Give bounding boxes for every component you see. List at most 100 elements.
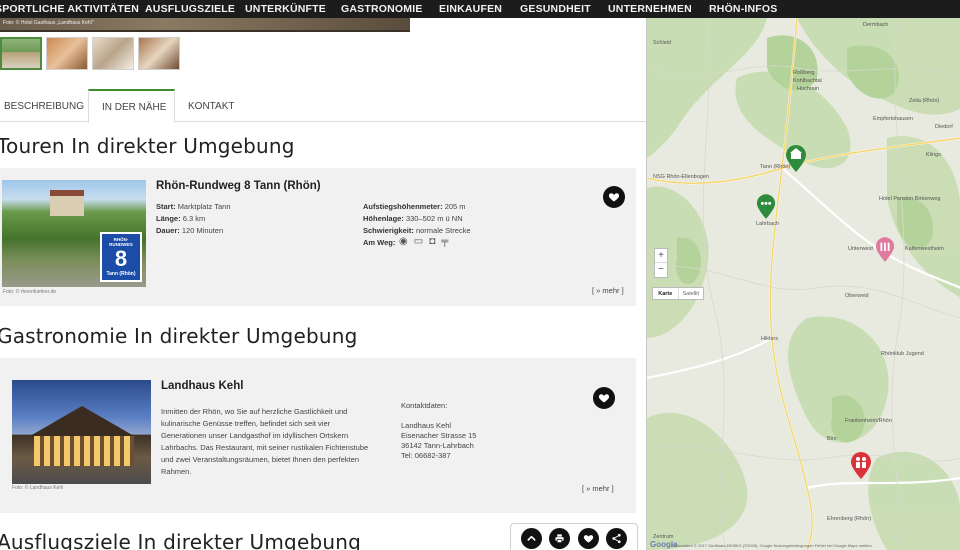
map-label-unterweid: Unterweid — [848, 246, 873, 252]
heart-icon — [583, 534, 593, 543]
map-label-birkenweg: Hotel Pension Birkenweg — [879, 196, 941, 202]
castle-illustration — [50, 190, 84, 216]
print-button[interactable] — [549, 527, 571, 549]
tour-start-value: Marktplatz Tann — [177, 202, 231, 211]
tours-section-title: Touren In direkter Umgebung — [0, 134, 295, 158]
nav-item-gesundheit[interactable]: GESUNDHEIT — [520, 3, 591, 15]
action-bar — [510, 523, 638, 550]
hero-image: Foto: © Hotel Gasthaus „Landhaus Kehl" — [0, 18, 410, 32]
tour-photo-credit: Foto: © rhoenfuehrer.de — [3, 289, 57, 295]
map-label-ehrenberg: Ehrenberg (Rhön) — [827, 516, 872, 522]
favorite-button[interactable] — [577, 527, 599, 549]
tab-in-der-naehe[interactable]: IN DER NÄHE — [88, 89, 175, 123]
map-label-schleid: Schleid — [653, 40, 672, 46]
tour-duration-value: 120 Minuten — [181, 226, 224, 235]
heart-icon — [608, 193, 620, 202]
restaurant-name[interactable]: Landhaus Kehl — [161, 380, 243, 392]
tour-length-label: Länge: — [156, 214, 181, 223]
tour-name[interactable]: Rhön-Rundweg 8 Tann (Rhön) — [156, 180, 321, 192]
route-sign-number: 8 — [114, 246, 128, 271]
nav-item-gastronomie[interactable]: GASTRONOMIE — [341, 3, 423, 15]
tour-card: RHÖN-RUNDWEG 8 Tann (Rhön) Foto: © rhoen… — [0, 168, 636, 306]
restaurant-favorite-button[interactable] — [593, 387, 615, 409]
map-label-dermbach: Dermbach — [863, 22, 889, 28]
marker-restaurant-icon[interactable] — [756, 194, 776, 220]
map-label-zella: Zella (Rhön) — [909, 98, 940, 104]
map-label-lahrbach: Lahrbach — [756, 221, 779, 227]
map-type-karte[interactable]: Karte — [653, 288, 678, 299]
map-label-kohlbachtal: Kohlbachtal — [793, 78, 822, 84]
map-label-nsg: NSG Rhön-Ellenbogen — [653, 174, 709, 180]
zoom-out-button[interactable]: − — [655, 263, 667, 277]
contact-street: Eisenacher Strasse 15 — [401, 431, 477, 440]
building-windows — [34, 436, 134, 466]
arrow-up-icon — [527, 535, 536, 541]
contact-name: Landhaus Kehl — [401, 421, 452, 430]
map-label-diedorf: Diedorf — [935, 124, 953, 130]
tab-kontakt[interactable]: KONTAKT — [188, 89, 234, 122]
nav-item-sportliche-aktivitaeten[interactable]: SPORTLICHE AKTIVITÄTEN — [0, 3, 139, 15]
gallery-thumb-4[interactable] — [138, 37, 180, 70]
map-label-empfertshausen: Empfertshausen — [873, 116, 914, 122]
tour-duration-label: Dauer: — [156, 226, 180, 235]
gallery-thumb-1[interactable] — [0, 37, 42, 70]
tour-ascent-value: 205 m — [444, 202, 466, 211]
nav-item-rhoen-infos[interactable]: RHÖN-INFOS — [709, 3, 778, 15]
bed-icon: ▭ — [413, 236, 424, 247]
nav-item-unternehmen[interactable]: UNTERNEHMEN — [608, 3, 692, 15]
map-label-rhoenklub: Rhönklub Jugend — [881, 351, 924, 357]
map-label-hochrain: Hochrain — [797, 86, 820, 92]
tour-more-link[interactable]: [ » mehr ] — [592, 286, 624, 295]
signpost-icon: ╤ — [441, 236, 449, 247]
tour-favorite-button[interactable] — [603, 186, 625, 208]
location-map[interactable]: Schleid Roßberg Kohlbachtal Hochrain Zel… — [646, 18, 960, 550]
tour-altitude-label: Höhenlage: — [363, 214, 404, 223]
nav-item-unterkuenfte[interactable]: UNTERKÜNFTE — [245, 3, 326, 15]
print-icon — [555, 533, 564, 543]
contact-city: 36142 Tann-Lahrbach — [401, 441, 474, 450]
tour-amenities: ◉ ▭ ◘ ╤ — [399, 236, 448, 247]
map-label-birx: Birx — [827, 436, 837, 442]
map-label-rossberg: Roßberg — [793, 70, 815, 76]
tour-start-label: Start: — [156, 202, 176, 211]
tour-length: Länge: 6.3 km — [156, 214, 205, 223]
restaurant-more-link[interactable]: [ » mehr ] — [582, 484, 614, 493]
detail-content: Foto: © Hotel Gasthaus „Landhaus Kehl" B… — [0, 18, 646, 550]
gallery-thumb-2[interactable] — [46, 37, 88, 70]
contact-phone: Tel: 06682-387 — [401, 451, 451, 460]
route-sign: RHÖN-RUNDWEG 8 Tann (Rhön) — [100, 232, 142, 282]
map-type-satellit[interactable]: Satellit — [677, 288, 704, 299]
marker-accommodation-icon[interactable] — [875, 237, 895, 263]
map-attribution: Kartendaten © 2017 GeoBasis-DE/BKG (©200… — [671, 543, 872, 548]
scroll-top-button[interactable] — [520, 527, 542, 549]
marker-family-icon[interactable] — [850, 452, 872, 480]
tab-beschreibung[interactable]: BESCHREIBUNG — [4, 89, 84, 122]
map-label-kaltenwestheim: Kaltenwestheim — [905, 246, 944, 252]
restaurant-description: Inmitten der Rhön, wo Sie auf herzliche … — [161, 407, 369, 476]
zoom-in-button[interactable]: + — [655, 249, 667, 263]
tour-ascent: Aufstiegshöhenmeter: 205 m — [363, 202, 466, 211]
camera-icon: ◘ — [429, 236, 436, 247]
map-label-frankenheim: Frankenheim/Rhön — [845, 418, 892, 424]
nav-item-ausflugsziele[interactable]: AUSFLUGSZIELE — [145, 3, 235, 15]
main-navigation: SPORTLICHE AKTIVITÄTEN AUSFLUGSZIELE UNT… — [0, 0, 960, 18]
map-label-oberweid: Oberweid — [845, 293, 869, 299]
tour-difficulty-value: normale Strecke — [415, 226, 471, 235]
route-sign-place: Tann (Rhön) — [106, 271, 136, 277]
tour-photo[interactable]: RHÖN-RUNDWEG 8 Tann (Rhön) — [2, 180, 146, 287]
tour-along: Am Weg: — [363, 238, 395, 247]
nav-item-einkaufen[interactable]: EINKAUFEN — [439, 3, 502, 15]
gallery-thumb-3[interactable] — [92, 37, 134, 70]
marker-hotel-icon[interactable] — [785, 145, 807, 173]
map-type-control: Karte Satellit — [652, 287, 704, 300]
building-roof — [30, 406, 134, 436]
map-label-klings: Klings — [926, 152, 941, 158]
gallery-thumbnails — [0, 37, 180, 70]
share-icon — [612, 533, 621, 543]
gastro-section-title: Gastronomie In direkter Umgebung — [0, 324, 358, 348]
share-button[interactable] — [606, 527, 628, 549]
map-zoom-control: + − — [654, 248, 668, 278]
tour-difficulty-label: Schwierigkeit: — [363, 226, 414, 235]
tour-duration: Dauer: 120 Minuten — [156, 226, 223, 235]
restaurant-photo[interactable] — [12, 380, 151, 484]
